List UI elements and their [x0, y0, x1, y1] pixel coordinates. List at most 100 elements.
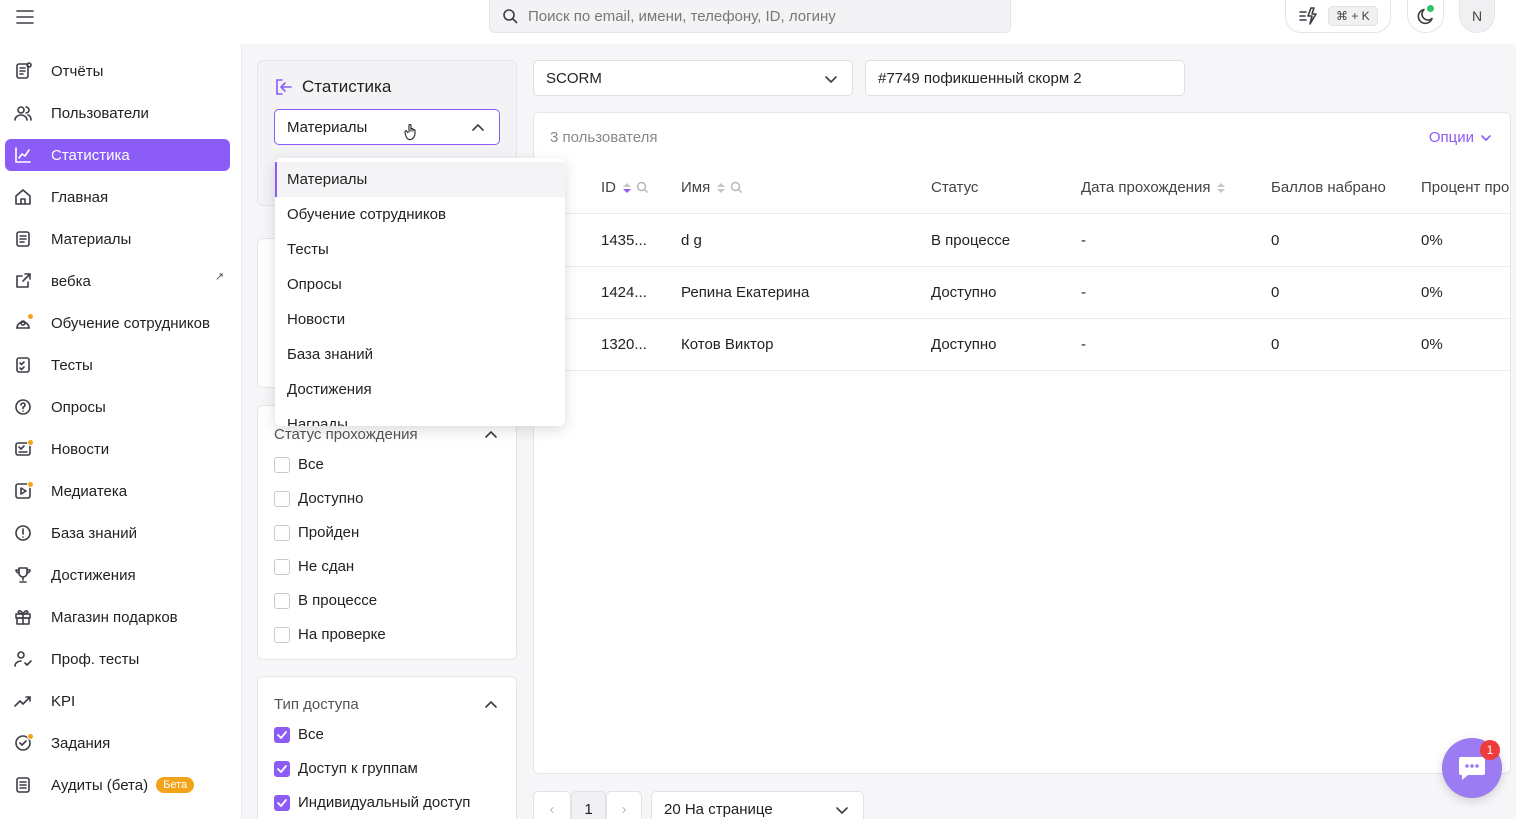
hamburger-menu-icon[interactable]: [14, 6, 36, 28]
search-input[interactable]: [528, 7, 988, 25]
checkbox-row[interactable]: Все: [274, 456, 324, 473]
sidebar-item-15[interactable]: KPI: [5, 685, 230, 717]
access-filter-card: Тип доступа Все Доступ к группам Индивидуа…: [257, 676, 517, 819]
sidebar-item-label: Новости: [51, 440, 110, 458]
checkbox-row[interactable]: В процессе: [274, 592, 377, 609]
sidebar-item-label: вебка: [51, 272, 91, 290]
column-header-date[interactable]: Дата прохождения: [1081, 179, 1226, 196]
user-avatar[interactable]: N: [1459, 0, 1495, 33]
chat-button[interactable]: 1: [1442, 738, 1502, 798]
checkbox-row[interactable]: Все: [274, 726, 324, 743]
sidebar-item-14[interactable]: Проф. тесты: [5, 643, 230, 675]
per-page-select[interactable]: 20 На странице: [651, 791, 864, 819]
type-select-value: SCORM: [546, 69, 602, 87]
sidebar-item-13[interactable]: Магазин подарков: [5, 601, 230, 633]
hand-cursor-icon: [404, 123, 416, 141]
column-header-id[interactable]: ID: [601, 179, 649, 196]
sidebar-item-17[interactable]: Аудиты (бета) Бета: [5, 769, 230, 801]
notification-dot: [27, 313, 34, 320]
sidebar-item-label: Аудиты (бета): [51, 776, 149, 794]
checkbox[interactable]: [274, 726, 290, 743]
dropdown-option[interactable]: Материалы: [275, 162, 565, 197]
sidebar-item-label: Магазин подарков: [51, 608, 178, 626]
prev-page-button[interactable]: ‹: [533, 791, 571, 819]
sidebar-item-1[interactable]: Пользователи: [5, 97, 230, 129]
sidebar-item-6[interactable]: Обучение сотрудников: [5, 307, 230, 339]
access-filter-title-text: Тип доступа: [274, 696, 359, 713]
task-check-icon: [13, 733, 34, 753]
sidebar-item-3[interactable]: Главная: [5, 181, 230, 213]
statistics-title: Статистика: [274, 77, 391, 97]
sidebar-item-label: KPI: [51, 692, 76, 710]
row-divider: [534, 266, 1510, 267]
access-filter-title[interactable]: Тип доступа: [274, 696, 497, 713]
dropdown-option[interactable]: Обучение сотрудников: [275, 197, 565, 232]
checkbox[interactable]: [274, 490, 290, 507]
table-cell: -: [1081, 232, 1086, 249]
sidebar-item-label: Статистика: [51, 146, 130, 164]
question-bubble-icon: [13, 397, 33, 417]
sort-icon[interactable]: [622, 181, 632, 195]
quick-actions-button[interactable]: ⌘ + K: [1285, 0, 1391, 33]
checkbox-row[interactable]: Индивидуальный доступ: [274, 794, 470, 811]
trend-up-icon: [13, 691, 33, 711]
search-icon[interactable]: [730, 181, 743, 194]
sidebar-item-12[interactable]: Достижения: [5, 559, 230, 591]
checkbox-label: Все: [298, 456, 324, 473]
chat-unread-badge: 1: [1480, 740, 1500, 760]
sidebar-item-label: Материалы: [51, 230, 132, 248]
sort-icon[interactable]: [716, 181, 726, 195]
dropdown-option[interactable]: Новости: [275, 302, 565, 337]
checkbox-row[interactable]: Пройден: [274, 524, 359, 541]
info-circle-icon: [13, 523, 33, 543]
options-button[interactable]: Опции: [1429, 129, 1492, 146]
checkbox-label: Не сдан: [298, 558, 355, 575]
checkbox-label: Все: [298, 726, 324, 743]
checkbox[interactable]: [274, 592, 290, 609]
table-cell: 0%: [1421, 284, 1443, 301]
column-header-name[interactable]: Имя: [681, 179, 743, 196]
sort-icon[interactable]: [1216, 181, 1226, 195]
theme-toggle-button[interactable]: [1407, 0, 1444, 33]
checkbox[interactable]: [274, 456, 290, 473]
checkbox-row[interactable]: На проверке: [274, 626, 386, 643]
sidebar-item-7[interactable]: Тесты: [5, 349, 230, 381]
sidebar-item-0[interactable]: Отчёты: [5, 55, 230, 87]
dropdown-option[interactable]: Тесты: [275, 232, 565, 267]
dropdown-option[interactable]: Достижения: [275, 372, 565, 407]
sidebar-item-5[interactable]: вебка ↗: [5, 265, 230, 297]
search-icon[interactable]: [636, 181, 649, 194]
checkbox-label: Пройден: [298, 524, 360, 541]
sidebar-item-8[interactable]: Опросы: [5, 391, 230, 423]
dropdown-option[interactable]: Опросы: [275, 267, 565, 302]
dropdown-option[interactable]: Награды: [275, 407, 565, 426]
checkbox[interactable]: [274, 524, 290, 541]
sidebar-item-2[interactable]: Статистика: [5, 139, 230, 171]
options-label: Опции: [1428, 129, 1474, 146]
checkbox-row[interactable]: Не сдан: [274, 558, 354, 575]
sidebar-item-11[interactable]: База знаний: [5, 517, 230, 549]
media-icon: [13, 481, 34, 501]
checkbox[interactable]: [274, 794, 290, 811]
table-cell: 0%: [1421, 232, 1443, 249]
sidebar-item-4[interactable]: Материалы: [5, 223, 230, 255]
sidebar-item-10[interactable]: Медиатека: [5, 475, 230, 507]
material-select[interactable]: #7749 пофикшенный скорм 2: [865, 60, 1185, 96]
checkbox-row[interactable]: Доступ к группам: [274, 760, 418, 777]
dropdown-option[interactable]: База знаний: [275, 337, 565, 372]
next-page-button[interactable]: ›: [606, 791, 642, 819]
checkbox[interactable]: [274, 760, 290, 777]
row-divider: [534, 318, 1510, 319]
checkbox[interactable]: [274, 626, 290, 643]
collapse-panel-icon[interactable]: [274, 77, 294, 97]
global-search[interactable]: [489, 0, 1011, 33]
type-select[interactable]: SCORM: [533, 60, 853, 96]
beta-badge: Бета: [156, 777, 195, 793]
sidebar-item-16[interactable]: Задания: [5, 727, 230, 759]
status-filter-title[interactable]: Статус прохождения: [274, 426, 497, 443]
checkbox-row[interactable]: Доступно: [274, 490, 363, 507]
section-select[interactable]: Материалы: [274, 109, 500, 145]
page-1-button[interactable]: 1: [571, 791, 606, 819]
checkbox[interactable]: [274, 558, 290, 575]
sidebar-item-9[interactable]: Новости: [5, 433, 230, 465]
